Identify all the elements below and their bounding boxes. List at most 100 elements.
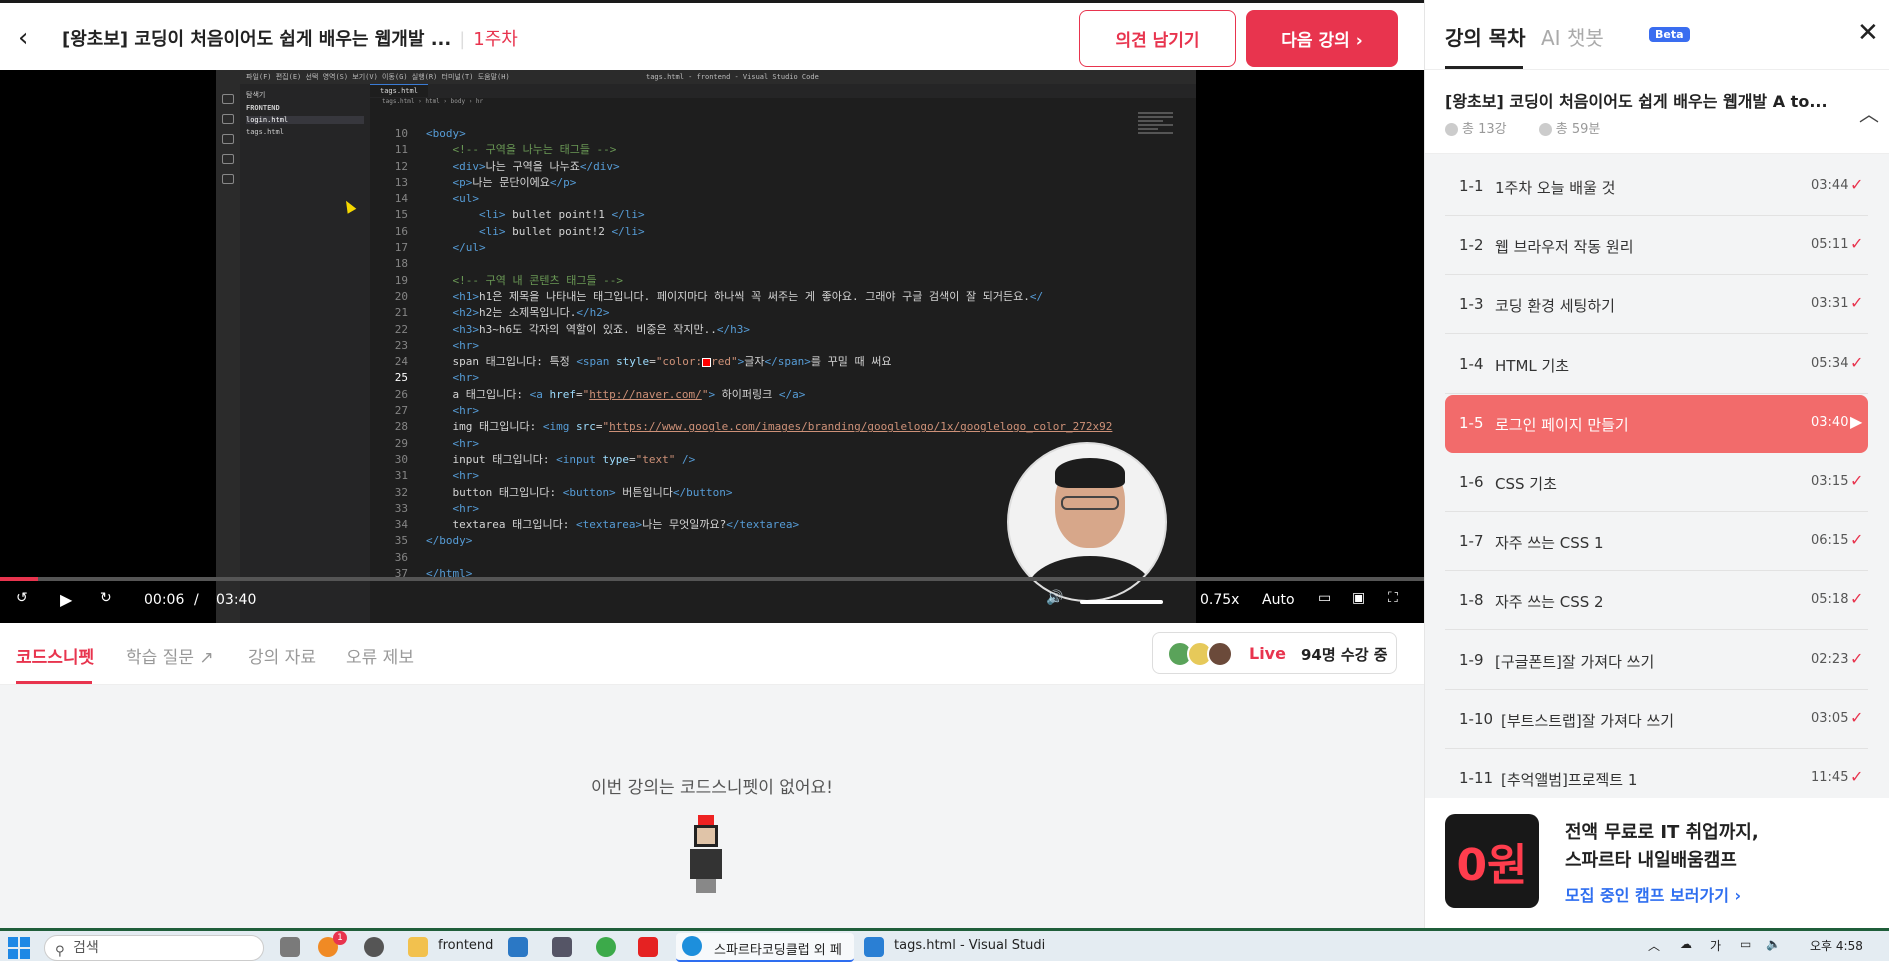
back-arrow-icon[interactable]: ‹ (18, 23, 48, 53)
rewind-10-icon[interactable]: ↺ (16, 590, 28, 606)
lesson-item[interactable]: 1-7 자주 쓰는 CSS 1 06:15 ✓ (1445, 513, 1868, 572)
play-icon[interactable]: ▶ (60, 590, 72, 609)
lecture-tabs: 코드스니펫 학습 질문 ↗ 강의 자료 오류 제보 Live 94명 수강 중 (0, 623, 1424, 685)
next-lecture-button[interactable]: 다음 강의 › (1246, 10, 1398, 67)
playback-speed[interactable]: 0.75x (1200, 592, 1239, 608)
code-line: 22 <h3>h3~h6도 각자의 역할이 있죠. 비중은 작지만..</h3> (394, 322, 751, 336)
course-summary[interactable]: [왕초보] 코딩이 처음이어도 쉽게 배우는 웹개발 A to... 총 13강… (1425, 70, 1889, 154)
app-icon[interactable] (508, 937, 528, 957)
lesson-item[interactable]: 1-10 [부트스트랩]잘 가져다 쓰기 03:05 ✓ (1445, 691, 1868, 749)
video-player[interactable]: 파일(F) 편집(E) 선택 영역(S) 보기(V) 이동(G) 실행(R) 터… (0, 70, 1424, 623)
lesson-item[interactable]: 1-4 HTML 기초 05:34 ✓ (1445, 336, 1868, 394)
vscode-icon[interactable] (864, 937, 884, 957)
video-progress-bar[interactable] (0, 577, 1424, 581)
active-tab-underline (16, 681, 92, 684)
lesson-item[interactable]: 1-6 CSS 기초 03:15 ✓ (1445, 454, 1868, 512)
cloud-icon[interactable]: ☁ (1680, 937, 1692, 951)
lesson-item[interactable]: 1-9 [구글폰트]잘 가져다 쓰기 02:23 ✓ (1445, 632, 1868, 690)
lesson-number: 1-9 (1459, 650, 1484, 669)
play-icon: ▶ (1850, 411, 1863, 431)
task-view-icon[interactable] (280, 937, 300, 957)
lesson-number: 1-10 (1459, 709, 1494, 728)
speaker-icon[interactable]: 🔈 (1766, 937, 1781, 951)
tab-materials[interactable]: 강의 자료 (248, 643, 316, 668)
lesson-title: 1주차 오늘 배울 것 (1495, 179, 1616, 197)
promo-banner[interactable]: 0원 전액 무료로 IT 취업까지, 스파르타 내일배움캠프 모집 중인 캠프 … (1425, 798, 1889, 928)
tab-ai-chatbot[interactable]: AI 챗봇 (1541, 22, 1604, 51)
sidebar-header: 강의 목차 AI 챗봇 Beta ✕ (1425, 0, 1889, 70)
video-controls: ↺ ▶ ↻ 00:06 / 03:40 🔊 0.75x Auto ▭ ▣ ⛶ (0, 584, 1424, 618)
code-snippet-panel: 이번 강의는 코드스니펫이 없어요! (0, 685, 1424, 928)
app-icon[interactable] (552, 937, 572, 957)
vscode-title: tags.html - frontend - Visual Studio Cod… (646, 73, 819, 81)
lesson-title: 로그인 페이지 만들기 (1495, 415, 1629, 434)
code-line: 27 <hr> (394, 404, 479, 418)
course-name: [왕초보] 코딩이 처음이어도 쉽게 배우는 웹개발 A to... (1445, 92, 1828, 111)
video-progress-fill (0, 577, 39, 581)
vscode-tabbar: tags.html (370, 84, 1196, 98)
folder-icon[interactable] (408, 937, 428, 957)
fullscreen-icon[interactable]: ⛶ (1388, 590, 1398, 606)
course-meta: 총 13강 총 59분 (1445, 118, 1628, 137)
settings-icon[interactable] (364, 937, 384, 957)
promo-line-2: 스파르타 내일배움캠프 (1565, 850, 1737, 871)
lesson-duration: 05:11 (1811, 237, 1849, 253)
code-line: 17 </ul> (394, 241, 486, 255)
tab-table-of-contents[interactable]: 강의 목차 (1445, 22, 1526, 51)
tab-error-report[interactable]: 오류 제보 (346, 643, 414, 668)
lesson-item[interactable]: 1-8 자주 쓰는 CSS 2 05:18 ✓ (1445, 572, 1868, 631)
check-icon: ✓ (1850, 530, 1864, 550)
chevron-up-icon[interactable]: ︿ (1648, 937, 1660, 954)
promo-link[interactable]: 모집 중인 캠프 보러가기 › (1565, 882, 1741, 906)
live-label: Live (1249, 644, 1286, 663)
lesson-duration: 03:44 (1811, 178, 1849, 193)
code-line: 10 <body> (394, 127, 466, 140)
sidebar: 강의 목차 AI 챗봇 Beta ✕ [왕초보] 코딩이 처음이어도 쉽게 배우… (1424, 0, 1889, 928)
lesson-item[interactable]: 1-3 코딩 환경 세팅하기 03:31 ✓ (1445, 276, 1868, 335)
total-time: 총 59분 (1555, 122, 1601, 137)
ime-indicator[interactable]: 가 (1710, 937, 1721, 954)
current-time: 00:06 (144, 592, 185, 608)
volume-slider[interactable] (1080, 600, 1164, 604)
live-viewers-badge: Live 94명 수강 중 (1152, 632, 1397, 674)
windows-start-icon[interactable] (8, 937, 30, 959)
avatar (1207, 641, 1233, 667)
vscode-activity-bar (216, 84, 240, 623)
network-icon[interactable]: ▭ (1740, 937, 1751, 951)
promo-image: 0원 (1445, 814, 1539, 908)
lesson-item[interactable]: 1-5 로그인 페이지 만들기 03:40 ▶ (1445, 394, 1868, 453)
instructor-glasses (1061, 496, 1119, 510)
lesson-item[interactable]: 1-2 웹 브라우저 작동 원리 05:11 ✓ (1445, 217, 1868, 276)
clock[interactable]: 오후 4:58 (1810, 937, 1863, 954)
taskbar-active-window[interactable]: 스파르타코딩클럽 외 페 (676, 933, 854, 962)
tab-questions[interactable]: 학습 질문 ↗ (126, 643, 214, 668)
youtube-icon[interactable] (638, 937, 658, 957)
quality-selector[interactable]: Auto (1262, 592, 1295, 608)
tab-questions-label: 학습 질문 (126, 648, 194, 668)
lesson-item[interactable]: 1-11 [추억앨범]프로젝트 1 11:45 ✓ (1445, 750, 1868, 798)
theater-mode-icon[interactable]: ▣ (1352, 590, 1365, 606)
tab-code-snippet[interactable]: 코드스니펫 (16, 643, 94, 668)
taskbar-app-frontend[interactable]: frontend (438, 938, 493, 953)
chrome-icon[interactable] (596, 937, 616, 957)
check-icon: ✓ (1850, 589, 1864, 609)
taskbar-app-vscode[interactable]: tags.html - Visual Studi (894, 938, 1045, 953)
code-line: 12 <div>나는 구역을 나누죠</div> (394, 159, 620, 173)
volume-icon[interactable]: 🔊 (1046, 590, 1063, 606)
check-icon: ✓ (1850, 352, 1864, 372)
editor-tab: tags.html (370, 84, 428, 97)
minimap (1138, 110, 1188, 170)
vscode-titlebar: 파일(F) 편집(E) 선택 영역(S) 보기(V) 이동(G) 실행(R) 터… (216, 70, 1196, 84)
feedback-button[interactable]: 의견 남기기 (1079, 10, 1236, 67)
lesson-duration: 11:45 (1811, 770, 1849, 785)
lesson-number: 1-5 (1459, 413, 1484, 432)
subtitles-icon[interactable]: ▭ (1318, 590, 1331, 606)
chevron-up-icon[interactable]: ︿ (1859, 98, 1879, 127)
lesson-duration: 03:15 (1811, 474, 1849, 489)
lesson-duration: 02:23 (1811, 651, 1849, 667)
lesson-item[interactable]: 1-1 1주차 오늘 배울 것 03:44 ✓ (1445, 158, 1868, 216)
lesson-duration: 03:05 (1811, 710, 1849, 726)
close-icon[interactable]: ✕ (1857, 18, 1879, 48)
taskbar-search[interactable]: ⚲ 검색 (44, 935, 264, 961)
forward-10-icon[interactable]: ↻ (100, 590, 112, 606)
